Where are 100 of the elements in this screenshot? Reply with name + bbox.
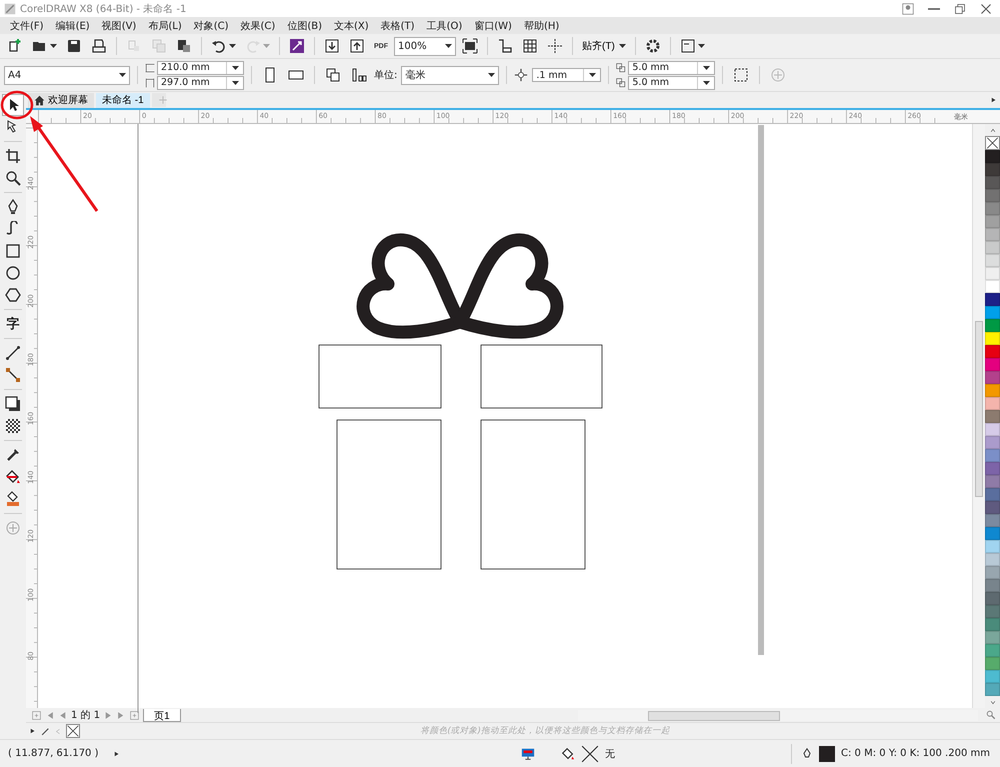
color-swatch[interactable] xyxy=(985,189,1000,202)
expand-arrow-icon xyxy=(991,96,997,104)
page-tab[interactable]: 页1 xyxy=(143,708,181,722)
color-swatch[interactable] xyxy=(985,631,1000,644)
smartfill-tool-icon xyxy=(5,491,21,507)
color-swatch[interactable] xyxy=(985,384,1000,397)
color-swatch[interactable] xyxy=(985,332,1000,345)
transparency-tool-icon xyxy=(5,418,21,434)
color-swatch[interactable] xyxy=(985,553,1000,566)
color-swatch[interactable] xyxy=(985,670,1000,683)
export-icon xyxy=(349,38,365,54)
color-swatch[interactable] xyxy=(985,371,1000,384)
no-color-swatch[interactable] xyxy=(66,724,80,738)
color-swatch[interactable] xyxy=(985,150,1000,163)
account-icon xyxy=(902,2,914,14)
connect-icon xyxy=(289,38,305,54)
color-swatch[interactable] xyxy=(985,501,1000,514)
caret-icon xyxy=(488,73,496,77)
color-swatch[interactable] xyxy=(985,241,1000,254)
menu-item[interactable]: 编辑(E) xyxy=(50,18,96,32)
color-swatch[interactable] xyxy=(985,436,1000,449)
color-swatch[interactable] xyxy=(985,579,1000,592)
color-swatch[interactable] xyxy=(985,540,1000,553)
ellipse-tool-icon xyxy=(5,265,21,281)
document-tab[interactable]: 欢迎屏幕 xyxy=(28,92,94,108)
color-swatch[interactable] xyxy=(985,527,1000,540)
caret-icon xyxy=(119,73,126,77)
page-count: 1 的 1 xyxy=(71,709,100,722)
color-swatch[interactable] xyxy=(985,267,1000,280)
color-swatch[interactable] xyxy=(985,215,1000,228)
document-tab[interactable]: 未命名 -1 xyxy=(96,92,150,108)
caret-icon xyxy=(229,44,236,48)
color-swatch[interactable] xyxy=(985,462,1000,475)
color-swatch[interactable] xyxy=(985,176,1000,189)
menu-item[interactable]: 表格(T) xyxy=(374,18,421,32)
scrollbar-thumb[interactable] xyxy=(975,321,983,497)
color-swatch[interactable] xyxy=(985,423,1000,436)
color-swatch[interactable] xyxy=(985,345,1000,358)
expand-arrow-icon xyxy=(30,727,36,735)
caret-icon xyxy=(232,66,238,70)
color-swatch[interactable] xyxy=(985,306,1000,319)
color-swatch[interactable] xyxy=(985,449,1000,462)
color-swatch[interactable] xyxy=(985,228,1000,241)
color-swatch[interactable] xyxy=(985,514,1000,527)
menu-item[interactable]: 效果(C) xyxy=(234,18,282,32)
no-color-swatch[interactable] xyxy=(985,136,1000,150)
snap-to-dropdown[interactable]: 贴齐(T) xyxy=(579,38,629,54)
duplicate-y-field[interactable]: 5.0 mm xyxy=(628,76,716,90)
menu-item[interactable]: 窗口(W) xyxy=(468,18,518,32)
import-icon xyxy=(324,38,340,54)
color-swatch[interactable] xyxy=(985,358,1000,371)
menu-item[interactable]: 帮助(H) xyxy=(518,18,566,32)
minimize-icon xyxy=(928,8,940,10)
menu-item[interactable]: 文本(X) xyxy=(328,18,375,32)
height-icon xyxy=(145,78,155,88)
zoom-level-dropdown[interactable]: 100% xyxy=(394,36,456,56)
outline-swatch xyxy=(819,746,836,762)
color-swatch[interactable] xyxy=(985,605,1000,618)
color-swatch[interactable] xyxy=(985,566,1000,579)
pen-icon xyxy=(801,746,814,760)
window-title: CorelDRAW X8 (64-Bit) - 未命名 -1 xyxy=(20,2,188,16)
color-swatch[interactable] xyxy=(985,319,1000,332)
color-swatch[interactable] xyxy=(985,592,1000,605)
x-icon xyxy=(67,725,79,737)
nudge-distance-field[interactable]: .1 mm xyxy=(532,68,602,82)
color-swatch[interactable] xyxy=(985,280,1000,293)
color-swatch[interactable] xyxy=(985,657,1000,670)
page-size-dropdown[interactable]: A4 xyxy=(4,66,130,84)
eyedropper-tool-icon xyxy=(5,447,21,463)
duplicate-x-field[interactable]: 5.0 mm xyxy=(628,60,716,74)
duplicate-y-icon xyxy=(616,78,626,88)
text-tool[interactable]: 字 xyxy=(2,313,24,335)
color-swatch[interactable] xyxy=(985,488,1000,501)
units-dropdown[interactable]: 毫米 xyxy=(401,66,500,84)
color-swatch[interactable] xyxy=(985,410,1000,423)
menu-item[interactable]: 视图(V) xyxy=(96,18,142,32)
color-swatch[interactable] xyxy=(985,618,1000,631)
new-tab-button[interactable] xyxy=(152,93,166,107)
menu-item[interactable]: 文件(F) xyxy=(4,18,50,32)
menu-item[interactable]: 对象(C) xyxy=(188,18,235,32)
color-swatch[interactable] xyxy=(985,683,1000,696)
page-icon xyxy=(351,67,367,83)
add-tool-icon xyxy=(5,520,21,536)
scrollbar-thumb[interactable] xyxy=(648,710,780,720)
color-swatch[interactable] xyxy=(985,202,1000,215)
menu-item[interactable]: 位图(B) xyxy=(281,18,328,32)
polygon-tool-icon xyxy=(5,287,21,303)
color-swatch[interactable] xyxy=(985,254,1000,267)
crop-tool-icon xyxy=(5,148,21,164)
color-swatch[interactable] xyxy=(985,397,1000,410)
page-width-field[interactable]: 210.0 mm xyxy=(157,60,244,74)
color-swatch[interactable] xyxy=(985,163,1000,176)
color-swatch[interactable] xyxy=(985,293,1000,306)
caret-icon xyxy=(445,44,452,48)
caret-icon xyxy=(588,73,596,77)
page-height-field[interactable]: 297.0 mm xyxy=(157,76,244,90)
color-swatch[interactable] xyxy=(985,644,1000,657)
menu-item[interactable]: 工具(O) xyxy=(420,18,468,32)
color-swatch[interactable] xyxy=(985,475,1000,488)
menu-item[interactable]: 布局(L) xyxy=(142,18,188,32)
